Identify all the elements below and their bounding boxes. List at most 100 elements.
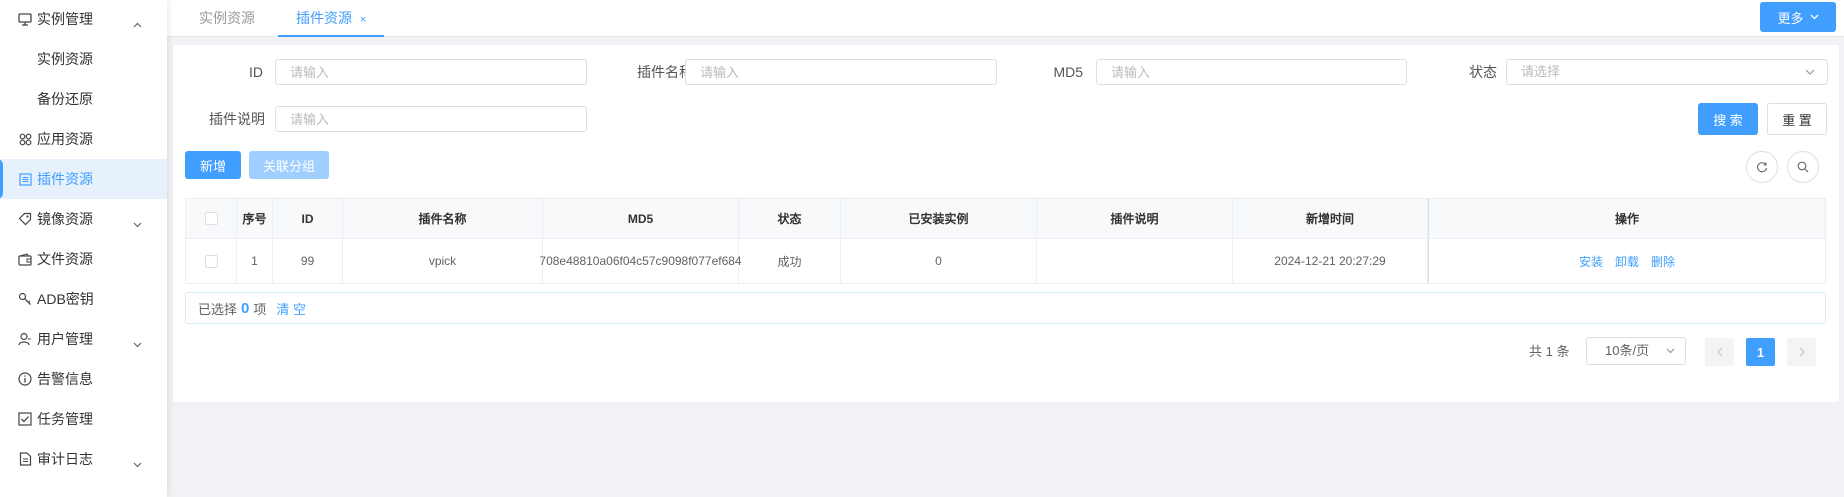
filter-name-input[interactable] [685, 59, 997, 85]
sidebar-item-label: 镜像资源 [37, 211, 93, 227]
link-group-button[interactable]: 关联分组 [249, 151, 329, 179]
selection-count: 0 [241, 299, 250, 317]
sidebar-item-label: 备份还原 [37, 91, 93, 107]
chevron-down-icon [1666, 348, 1675, 354]
cell-status: 成功 [739, 239, 841, 283]
filter-desc-label: 插件说明 [209, 111, 265, 127]
cell-actions: 安装 卸载 删除 [1428, 239, 1825, 283]
header-status: 状态 [739, 199, 841, 238]
reset-button[interactable]: 重 置 [1767, 103, 1827, 135]
sidebar-item-label: 插件资源 [37, 171, 93, 187]
sidebar-item-label: 告警信息 [37, 371, 93, 387]
apps-grid-icon [18, 132, 32, 146]
cell-installed: 0 [841, 239, 1037, 283]
sidebar-item-adb-key[interactable]: ADB密钥 [0, 279, 167, 319]
sidebar-item-label: 审计日志 [37, 451, 93, 467]
filter-name-label: 插件名称 [637, 64, 693, 80]
sidebar-item-alerts[interactable]: 告警信息 [0, 359, 167, 399]
info-circle-icon [18, 372, 32, 386]
more-button-label: 更多 [1777, 10, 1804, 26]
sidebar: 实例管理 实例资源 备份还原 应用资源 插件资源 镜像资源 文件资源 ADB密钥… [0, 0, 167, 497]
tab-label: 实例资源 [199, 10, 255, 26]
more-button[interactable]: 更多 [1760, 2, 1836, 32]
sidebar-item-instance-resource[interactable]: 实例资源 [0, 39, 167, 79]
filter-status-select[interactable]: 请选择 [1506, 59, 1828, 85]
checkbox-icon [18, 412, 32, 426]
header-md5: MD5 [543, 199, 739, 238]
filter-status-label: 状态 [1469, 64, 1497, 80]
search-button[interactable]: 搜 索 [1698, 103, 1758, 135]
tag-icon [18, 212, 32, 226]
page-size-select[interactable]: 10条/页 [1586, 337, 1686, 365]
sidebar-item-backup-restore[interactable]: 备份还原 [0, 79, 167, 119]
header-installed: 已安装实例 [841, 199, 1037, 238]
add-button[interactable]: 新增 [185, 151, 241, 179]
chevron-up-icon [133, 15, 142, 28]
close-icon[interactable]: × [360, 14, 366, 26]
table-row: 1 99 vpick 708e48810a06f04c57c9098f077ef… [186, 239, 1825, 283]
filter-desc-input[interactable] [275, 106, 587, 132]
sidebar-item-audit-log[interactable]: 审计日志 [0, 439, 167, 479]
refresh-button[interactable] [1746, 151, 1778, 183]
tab-instance-resource[interactable]: 实例资源 [199, 0, 255, 37]
wallet-icon [18, 252, 32, 266]
pagination-total: 共 1 条 [1529, 344, 1570, 359]
sidebar-item-image-resource[interactable]: 镜像资源 [0, 199, 167, 239]
table-header: 序号 ID 插件名称 MD5 状态 已安装实例 插件说明 新增时间 操作 [186, 199, 1825, 239]
cell-id: 99 [273, 239, 343, 283]
header-created: 新增时间 [1233, 199, 1428, 238]
document-icon [18, 452, 32, 466]
prev-page-button[interactable] [1705, 338, 1734, 366]
next-page-button[interactable] [1787, 338, 1816, 366]
header-desc: 插件说明 [1037, 199, 1233, 238]
main-panel: ID 插件名称 MD5 状态 请选择 插件说明 搜 索 重 置 新增 关联分组 … [173, 45, 1839, 402]
uninstall-link[interactable]: 卸载 [1615, 253, 1639, 270]
sidebar-item-label: 文件资源 [37, 251, 93, 267]
filter-id-input[interactable] [275, 59, 587, 85]
user-icon [18, 332, 32, 346]
cell-name: vpick [343, 239, 543, 283]
sidebar-item-label: ADB密钥 [37, 291, 94, 307]
tab-label: 插件资源 [296, 10, 352, 26]
chevron-down-icon [133, 455, 142, 468]
chevron-down-icon [133, 215, 142, 228]
selection-prefix: 已选择 [198, 301, 238, 317]
sidebar-item-label: 用户管理 [37, 331, 93, 347]
select-all-checkbox[interactable] [204, 212, 218, 225]
sidebar-item-label: 任务管理 [37, 411, 93, 427]
header-id: ID [273, 199, 343, 238]
sidebar-item-app-resource[interactable]: 应用资源 [0, 119, 167, 159]
plugin-list-icon [18, 172, 32, 186]
row-select-cell [186, 239, 237, 283]
filter-md5-label: MD5 [1053, 64, 1083, 80]
filter-id-label: ID [249, 64, 263, 80]
key-icon [18, 292, 32, 306]
sidebar-item-instance-mgmt[interactable]: 实例管理 [0, 0, 167, 39]
filter-md5-input[interactable] [1096, 59, 1407, 85]
sidebar-item-task-mgmt[interactable]: 任务管理 [0, 399, 167, 439]
chevron-right-icon [1799, 347, 1805, 357]
cell-desc [1037, 239, 1233, 283]
selection-suffix: 项 [253, 301, 267, 317]
search-toggle-button[interactable] [1787, 151, 1819, 183]
tab-bar: 实例资源 插件资源 × 更多 [167, 0, 1844, 37]
clear-selection-link[interactable]: 清 空 [276, 299, 306, 318]
cell-created: 2024-12-21 20:27:29 [1233, 239, 1428, 283]
cell-index: 1 [237, 239, 273, 283]
search-icon [1797, 161, 1809, 173]
tab-plugin-resource[interactable]: 插件资源 × [278, 0, 385, 37]
sidebar-item-user-mgmt[interactable]: 用户管理 [0, 319, 167, 359]
filter-status-placeholder: 请选择 [1521, 64, 1561, 79]
header-index: 序号 [237, 199, 273, 238]
selection-bar: 已选择 0 项 清 空 [185, 292, 1826, 324]
row-checkbox[interactable] [204, 254, 218, 268]
select-all-cell [186, 199, 237, 238]
sidebar-item-file-resource[interactable]: 文件资源 [0, 239, 167, 279]
delete-link[interactable]: 删除 [1651, 253, 1675, 270]
page-1-button[interactable]: 1 [1746, 338, 1775, 366]
chevron-left-icon [1716, 347, 1722, 357]
install-link[interactable]: 安装 [1579, 253, 1603, 270]
chevron-down-icon [1810, 14, 1818, 20]
sidebar-item-plugin-resource[interactable]: 插件资源 [0, 159, 167, 199]
header-name: 插件名称 [343, 199, 543, 238]
